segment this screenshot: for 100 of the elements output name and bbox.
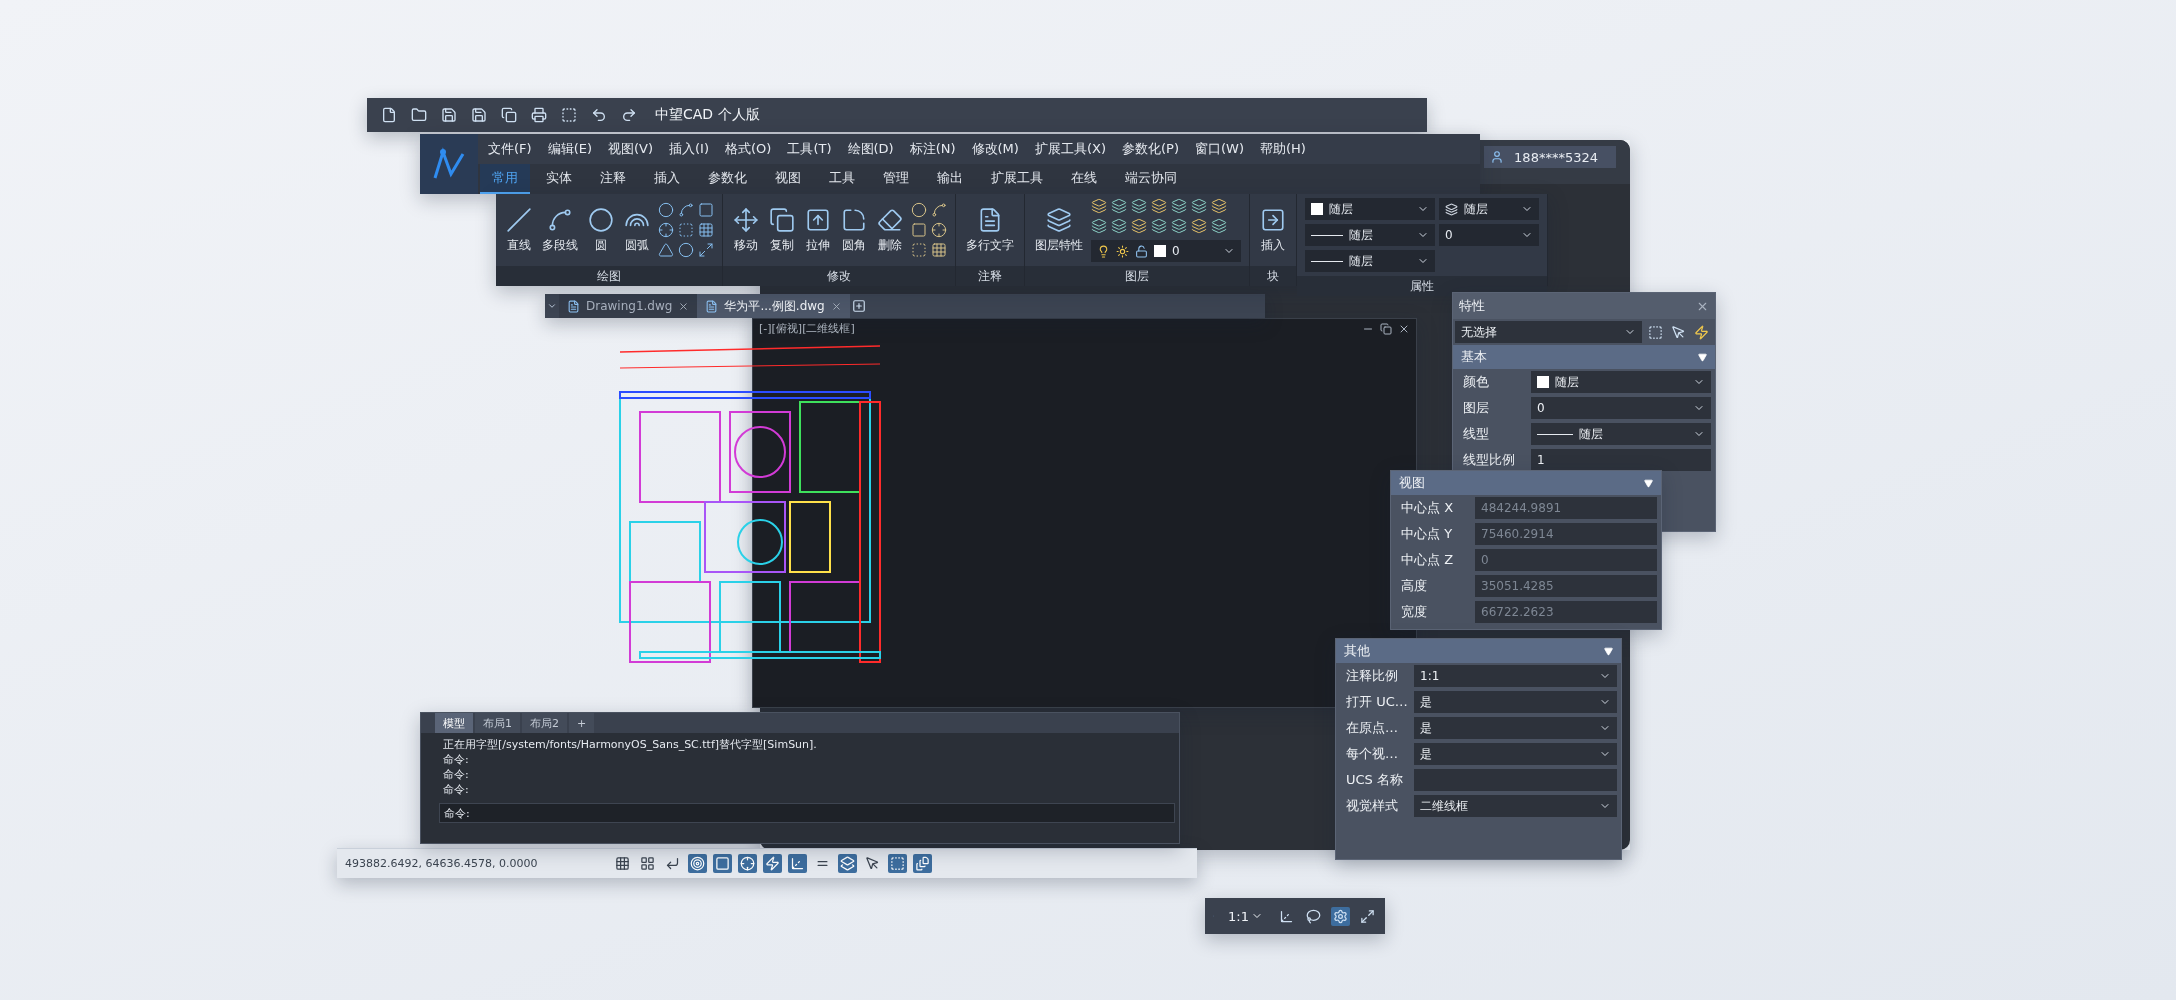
layer-tool-icon[interactable] — [1171, 198, 1187, 214]
menu-item[interactable]: 窗口(W) — [1194, 140, 1244, 158]
property-dropdown[interactable]: 随层 — [1439, 198, 1539, 220]
square-icon[interactable] — [698, 202, 714, 218]
ribbon-tool-button[interactable]: 移动 — [731, 204, 761, 256]
circle-icon[interactable] — [911, 202, 927, 218]
layer-tool-icon[interactable] — [1191, 218, 1207, 234]
layer-tool-icon[interactable] — [1091, 198, 1107, 214]
file-tab[interactable]: 华为平...例图.dwg — [697, 294, 850, 318]
restore-icon[interactable] — [1380, 322, 1392, 335]
layer-tool-icon[interactable] — [1171, 218, 1187, 234]
status-toggle-button[interactable] — [763, 854, 783, 873]
layer-tool-icon[interactable] — [1191, 198, 1207, 214]
ribbon-tool-button[interactable]: 插入 — [1258, 204, 1288, 256]
ribbon-tool-button[interactable]: 直线 — [504, 204, 534, 256]
ribbon-tool-button[interactable]: 复制 — [767, 204, 797, 256]
layer-dropdown[interactable]: 0 — [1091, 240, 1241, 262]
ribbon-tool-button[interactable]: 多行文字 — [964, 204, 1016, 256]
property-value[interactable]: 1 — [1531, 449, 1711, 471]
property-value[interactable]: 随层 — [1531, 423, 1711, 445]
dashed-square-icon[interactable] — [911, 242, 927, 258]
user-account-badge[interactable]: 188****5324 — [1484, 146, 1616, 168]
layer-tool-icon[interactable] — [1211, 218, 1227, 234]
layer-tool-icon[interactable] — [1111, 218, 1127, 234]
ribbon-tab[interactable]: 端云协同 — [1113, 164, 1189, 194]
status-toggle-button[interactable] — [838, 854, 858, 873]
menu-item[interactable]: 文件(F) — [488, 140, 532, 158]
ribbon-tab[interactable]: 工具 — [817, 164, 867, 194]
section-header[interactable]: 基本 — [1453, 345, 1715, 369]
property-value[interactable]: 1:1 — [1414, 665, 1617, 687]
triangle-icon[interactable] — [658, 242, 674, 258]
print-button[interactable] — [529, 105, 549, 125]
save-as-button[interactable] — [469, 105, 489, 125]
hatch-icon[interactable] — [931, 242, 947, 258]
property-dropdown[interactable]: 随层 — [1305, 250, 1435, 272]
ribbon-tab[interactable]: 输出 — [925, 164, 975, 194]
status-toggle-button[interactable] — [738, 854, 758, 873]
ribbon-tab[interactable]: 常用 — [480, 164, 530, 194]
property-value[interactable]: 随层 — [1531, 371, 1711, 393]
ribbon-tab[interactable]: 在线 — [1059, 164, 1109, 194]
property-dropdown[interactable]: 0 — [1439, 224, 1539, 246]
ribbon-tool-button[interactable]: 图层特性 — [1033, 204, 1085, 256]
annotation-scale-dropdown[interactable]: 1:1 — [1222, 907, 1269, 925]
menu-item[interactable]: 帮助(H) — [1259, 140, 1306, 158]
ribbon-tab[interactable]: 实体 — [534, 164, 584, 194]
copy-button[interactable] — [499, 105, 519, 125]
viewport-label[interactable]: [-][俯视][二维线框] — [759, 321, 855, 336]
square-icon[interactable] — [911, 222, 927, 238]
section-header[interactable]: 视图 — [1391, 471, 1661, 495]
layer-tool-icon[interactable] — [1131, 218, 1147, 234]
property-dropdown[interactable]: 随层 — [1305, 198, 1435, 220]
status-toggle-button[interactable] — [913, 854, 933, 873]
circle-icon[interactable] — [658, 202, 674, 218]
expand-icon[interactable] — [698, 242, 714, 258]
curve-icon[interactable] — [931, 202, 947, 218]
property-value[interactable]: 是 — [1414, 743, 1617, 765]
curve-icon[interactable] — [678, 202, 694, 218]
ring-icon[interactable] — [678, 242, 694, 258]
app-logo[interactable] — [420, 134, 478, 194]
layer-tool-icon[interactable] — [1091, 218, 1107, 234]
dashed-square-icon[interactable] — [678, 222, 694, 238]
ribbon-tab[interactable]: 参数化 — [696, 164, 759, 194]
menu-item[interactable]: 编辑(E) — [547, 140, 592, 158]
ribbon-tool-button[interactable]: 圆角 — [839, 204, 869, 256]
menu-item[interactable]: 视图(V) — [608, 140, 654, 158]
menu-item[interactable]: 参数化(P) — [1121, 140, 1179, 158]
close-icon[interactable] — [678, 300, 690, 312]
menu-item[interactable]: 绘图(D) — [847, 140, 894, 158]
status-toggle-button[interactable] — [888, 854, 908, 873]
crosshair-icon[interactable] — [931, 222, 947, 238]
ribbon-tool-button[interactable]: 删除 — [875, 204, 905, 256]
ribbon-tool-button[interactable]: 圆 — [586, 204, 616, 256]
save-button[interactable] — [439, 105, 459, 125]
ribbon-tab[interactable]: 视图 — [763, 164, 813, 194]
layer-tool-icon[interactable] — [1131, 198, 1147, 214]
menu-item[interactable]: 扩展工具(X) — [1034, 140, 1106, 158]
status-toggle-button[interactable] — [688, 854, 708, 873]
ribbon-tab[interactable]: 扩展工具 — [979, 164, 1055, 194]
menu-item[interactable]: 插入(I) — [669, 140, 709, 158]
add-layout-button[interactable]: + — [569, 713, 595, 733]
layer-tool-icon[interactable] — [1151, 198, 1167, 214]
ribbon-tab[interactable]: 注释 — [588, 164, 638, 194]
ribbon-tool-button[interactable]: 拉伸 — [803, 204, 833, 256]
ribbon-tool-button[interactable]: 多段线 — [540, 204, 580, 256]
property-value[interactable]: 0 — [1531, 397, 1711, 419]
layer-tool-icon[interactable] — [1211, 198, 1227, 214]
layer-tool-icon[interactable] — [1151, 218, 1167, 234]
selection-dropdown[interactable]: 无选择 — [1455, 321, 1642, 343]
file-tab[interactable]: Drawing1.dwg — [559, 294, 698, 318]
ribbon-tab[interactable]: 管理 — [871, 164, 921, 194]
crosshair-icon[interactable] — [658, 222, 674, 238]
ribbon-tab[interactable]: 插入 — [642, 164, 692, 194]
section-header[interactable]: 其他 — [1336, 639, 1621, 663]
property-value[interactable]: 是 — [1414, 717, 1617, 739]
frame-button[interactable] — [559, 105, 579, 125]
layer-tool-icon[interactable] — [1111, 198, 1127, 214]
menu-item[interactable]: 标注(N) — [909, 140, 956, 158]
menu-item[interactable]: 修改(M) — [971, 140, 1019, 158]
ribbon-tool-button[interactable]: 圆弧 — [622, 204, 652, 256]
menu-item[interactable]: 格式(O) — [725, 140, 772, 158]
